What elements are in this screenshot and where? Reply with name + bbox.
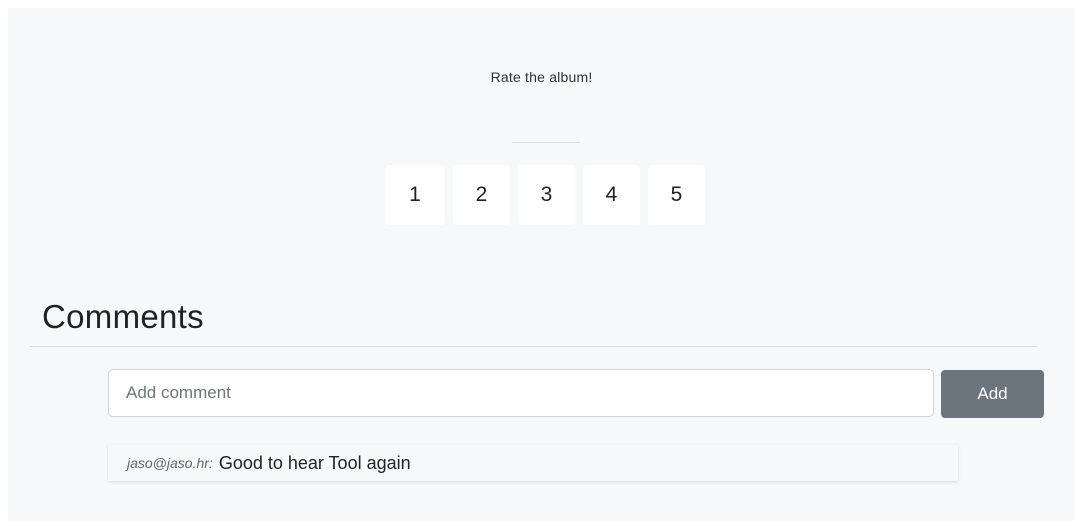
add-comment-button[interactable]: Add	[941, 370, 1044, 418]
rating-buttons: 1 2 3 4 5	[385, 165, 713, 225]
rate-divider	[512, 142, 580, 143]
album-page: Rate the album! 1 2 3 4 5 Comments Add j…	[8, 8, 1075, 521]
comment-item: jaso@jaso.hr: Good to hear Tool again	[108, 445, 958, 481]
comment-text: Good to hear Tool again	[218, 452, 411, 473]
rating-button-5[interactable]: 5	[648, 165, 705, 225]
rating-button-3[interactable]: 3	[518, 165, 575, 225]
rating-button-2[interactable]: 2	[453, 165, 510, 225]
comments-divider	[30, 346, 1037, 347]
comment-author: jaso@jaso.hr:	[127, 455, 213, 471]
rate-prompt: Rate the album!	[490, 69, 593, 85]
rating-button-4[interactable]: 4	[583, 165, 640, 225]
rating-button-1[interactable]: 1	[385, 165, 445, 225]
comments-heading: Comments	[42, 298, 204, 335]
comment-input[interactable]	[108, 369, 934, 417]
